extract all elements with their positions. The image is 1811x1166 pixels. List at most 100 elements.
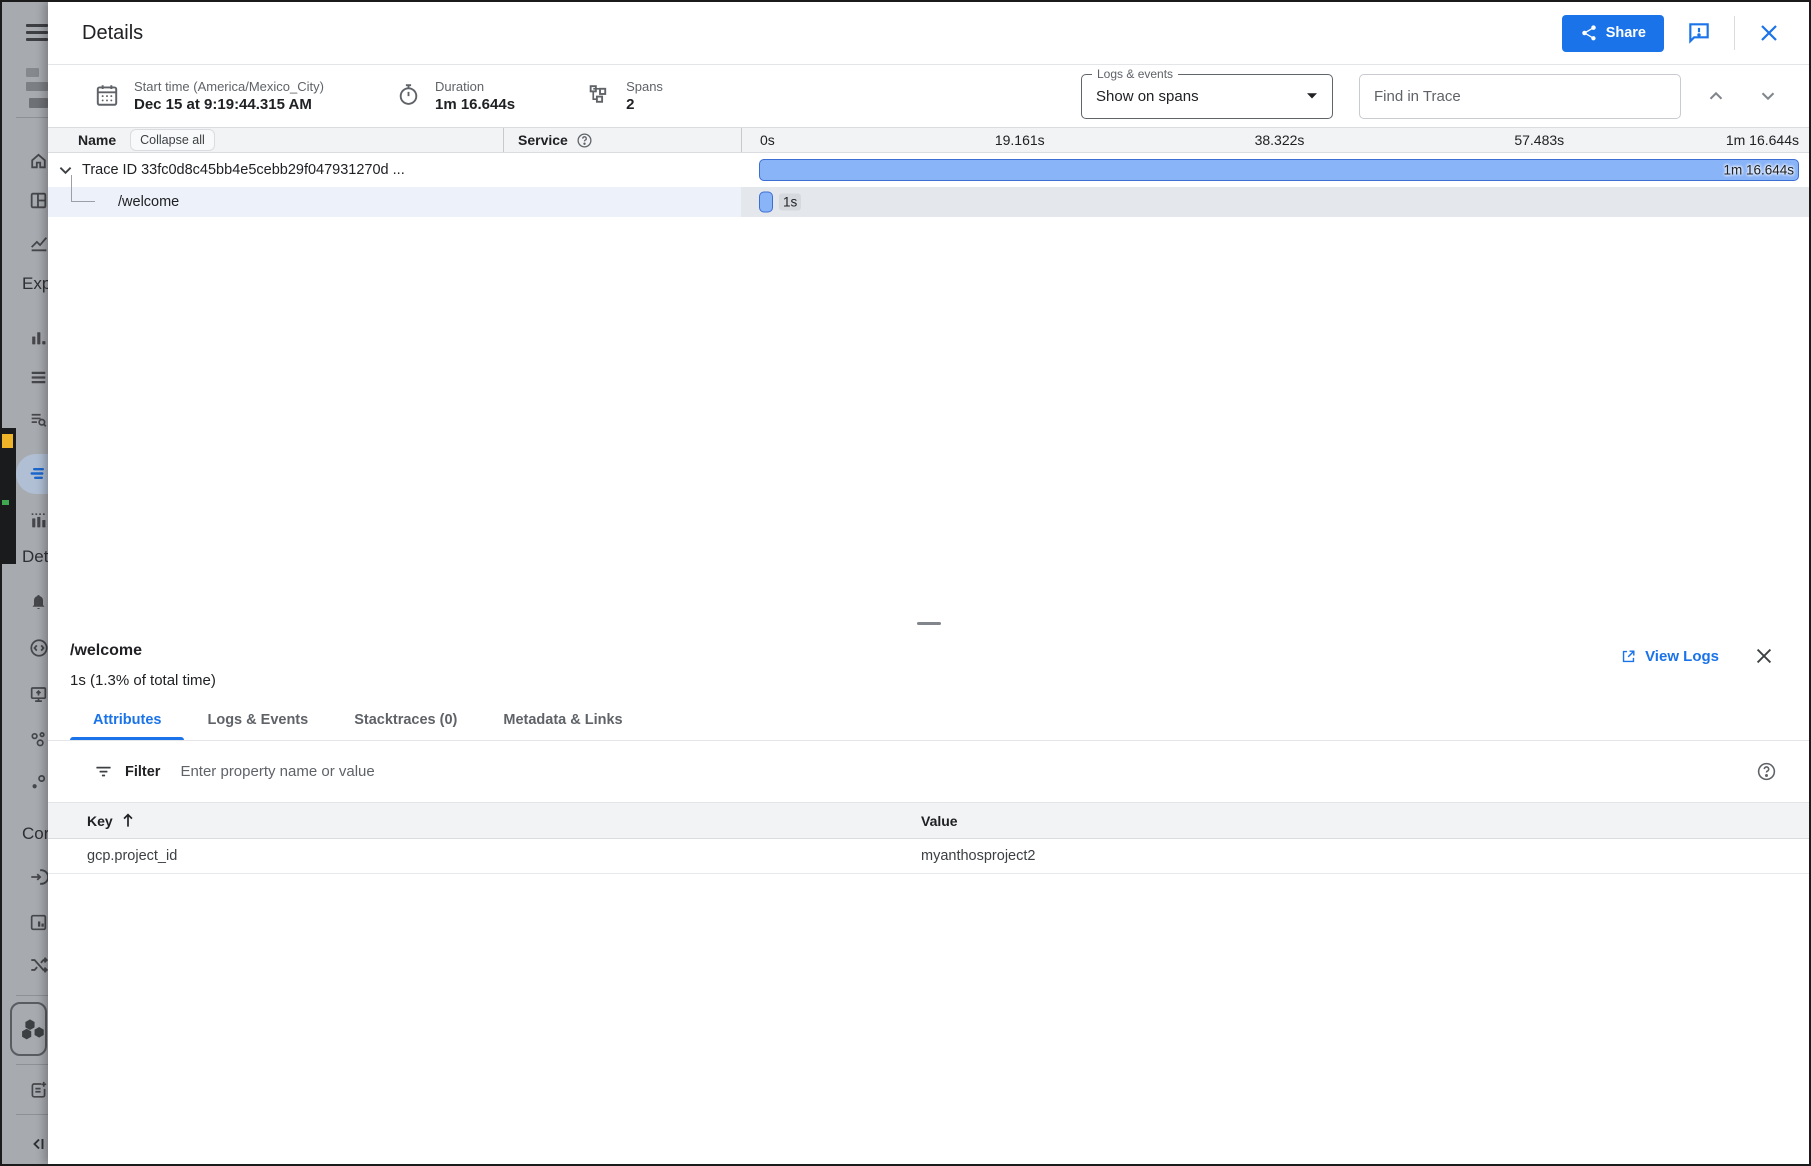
trace-duration-bar[interactable]: 1m 16.644s bbox=[759, 159, 1799, 181]
sidebar-section-label: Cor bbox=[22, 824, 48, 844]
axis-tick: 1m 16.644s bbox=[1726, 132, 1799, 148]
span-bar-label: 1s bbox=[779, 194, 801, 211]
feedback-button[interactable] bbox=[1686, 20, 1712, 46]
chevron-down-icon bbox=[1306, 92, 1318, 100]
chart-empty-area bbox=[48, 217, 1809, 615]
sidebar-item-scatter[interactable] bbox=[2, 719, 48, 759]
sidebar-item-functions[interactable] bbox=[2, 628, 48, 668]
nav-divider bbox=[16, 995, 48, 996]
panel-splitter bbox=[48, 615, 1809, 631]
sidebar-item-trace-list-selected[interactable] bbox=[16, 454, 48, 494]
list-search-icon bbox=[28, 409, 48, 430]
compose-note-icon bbox=[28, 1080, 48, 1101]
find-next-button[interactable] bbox=[1757, 85, 1779, 107]
attribute-value: myanthosproject2 bbox=[921, 848, 1809, 864]
share-button[interactable]: Share bbox=[1562, 15, 1664, 52]
sidebar-item-ingest[interactable] bbox=[2, 857, 48, 897]
time-axis: 0s 19.161s 38.322s 57.483s 1m 16.644s bbox=[741, 128, 1809, 152]
share-button-label: Share bbox=[1606, 25, 1646, 41]
menu-icon[interactable] bbox=[26, 24, 48, 46]
monitor-upload-icon bbox=[28, 684, 48, 705]
expand-caret-icon[interactable] bbox=[59, 166, 72, 175]
trace-info-bar: Start time (America/Mexico_City) Dec 15 … bbox=[48, 64, 1809, 127]
span-detail-header: /welcome 1s (1.3% of total time) View Lo… bbox=[48, 631, 1809, 689]
sidebar-item-bar-chart[interactable] bbox=[2, 317, 48, 357]
close-details-button[interactable] bbox=[1757, 21, 1781, 45]
calendar-icon bbox=[94, 82, 120, 108]
dashboard-icon bbox=[28, 190, 48, 211]
tab-stacktraces[interactable]: Stacktraces (0) bbox=[331, 699, 480, 740]
trace-row-span-welcome[interactable]: /welcome 1s bbox=[48, 187, 1809, 217]
shuffle-icon bbox=[28, 954, 48, 976]
dimmed-nav-fragment bbox=[26, 82, 48, 91]
sort-ascending-icon[interactable] bbox=[121, 813, 135, 828]
duration-label: Duration bbox=[435, 78, 515, 95]
sidebar-item-alerts[interactable] bbox=[2, 582, 48, 622]
close-span-panel-button[interactable] bbox=[1753, 645, 1775, 667]
trace-row-root[interactable]: Trace ID 33fc0d8c45bb4e5cebb29f047931270… bbox=[48, 153, 1809, 187]
collapse-nav-button[interactable] bbox=[2, 1124, 48, 1164]
trace-list-icon bbox=[28, 463, 48, 485]
chevron-up-icon bbox=[1705, 85, 1727, 107]
sidebar-item-panel[interactable] bbox=[2, 902, 48, 942]
code-circle-icon bbox=[28, 637, 48, 659]
header-divider bbox=[1734, 16, 1735, 50]
logs-events-dropdown[interactable]: Logs & events Show on spans bbox=[1081, 74, 1333, 119]
trace-details-panel: Details Share Start time (Ame bbox=[48, 2, 1809, 1164]
span-title: /welcome bbox=[70, 639, 216, 663]
help-icon[interactable] bbox=[1756, 761, 1777, 782]
attribute-table-row[interactable]: gcp.project_id myanthosproject2 bbox=[48, 839, 1809, 874]
tab-metadata-links[interactable]: Metadata & Links bbox=[480, 699, 645, 740]
detail-empty-area bbox=[48, 874, 1809, 1164]
span-duration-bar[interactable] bbox=[759, 192, 773, 213]
share-icon bbox=[1580, 24, 1598, 42]
sidebar-section-label: Det bbox=[22, 547, 48, 567]
sidebar-item-trends[interactable] bbox=[2, 223, 48, 263]
splitter-grip[interactable] bbox=[917, 622, 941, 625]
collapse-all-button[interactable]: Collapse all bbox=[130, 129, 215, 151]
view-logs-label: View Logs bbox=[1645, 648, 1719, 665]
value-column-header: Value bbox=[921, 813, 1809, 829]
home-icon bbox=[28, 150, 48, 171]
sidebar-item-list[interactable] bbox=[2, 357, 48, 397]
timer-icon bbox=[396, 82, 421, 107]
nav-divider bbox=[16, 1064, 48, 1065]
sidebar-item-compose[interactable] bbox=[2, 1070, 48, 1110]
start-time-value: Dec 15 at 9:19:44.315 AM bbox=[134, 95, 324, 115]
help-icon[interactable] bbox=[576, 132, 593, 149]
hexagons-icon bbox=[17, 1014, 45, 1044]
trace-table-header: Name Collapse all Service 0s 19.161s 38.… bbox=[48, 127, 1809, 153]
filter-input[interactable] bbox=[180, 763, 1756, 780]
key-column-header: Key bbox=[87, 813, 113, 829]
find-previous-button[interactable] bbox=[1705, 85, 1727, 107]
sidebar-item-shuffle[interactable] bbox=[2, 945, 48, 985]
sidebar-item-clusters[interactable] bbox=[10, 1002, 47, 1056]
trace-bar-label: 1m 16.644s bbox=[1723, 163, 1794, 178]
filter-icon bbox=[94, 762, 113, 781]
start-time-label: Start time (America/Mexico_City) bbox=[134, 78, 324, 95]
left-nav-rail: Exp Det Cor bbox=[2, 2, 48, 1164]
sidebar-item-deploy[interactable] bbox=[2, 674, 48, 714]
tab-logs-events[interactable]: Logs & Events bbox=[184, 699, 331, 740]
view-logs-link[interactable]: View Logs bbox=[1620, 648, 1719, 665]
list-icon bbox=[28, 367, 48, 388]
spans-label: Spans bbox=[626, 78, 663, 95]
axis-tick: 0s bbox=[760, 132, 775, 148]
attributes-filter-bar: Filter bbox=[48, 741, 1809, 803]
span-row-name: /welcome bbox=[118, 194, 179, 210]
tab-attributes[interactable]: Attributes bbox=[70, 699, 184, 740]
app-window: Exp Det Cor bbox=[0, 0, 1811, 1166]
attribute-key: gcp.project_id bbox=[87, 848, 177, 864]
spans-icon bbox=[587, 82, 612, 107]
sidebar-item-home[interactable] bbox=[2, 140, 48, 180]
nodes-small-icon bbox=[28, 772, 48, 793]
find-in-trace-input[interactable] bbox=[1359, 74, 1681, 119]
nav-divider bbox=[16, 1114, 48, 1115]
sidebar-item-dashboard[interactable] bbox=[2, 180, 48, 220]
sidebar-section-label: Exp bbox=[22, 274, 48, 294]
trace-row-name: Trace ID 33fc0d8c45bb4e5cebb29f047931270… bbox=[82, 162, 405, 178]
logs-events-value: Show on spans bbox=[1096, 88, 1199, 105]
tree-connector bbox=[71, 175, 72, 202]
duration-value: 1m 16.644s bbox=[435, 95, 515, 115]
sidebar-item-nodes[interactable] bbox=[2, 762, 48, 802]
